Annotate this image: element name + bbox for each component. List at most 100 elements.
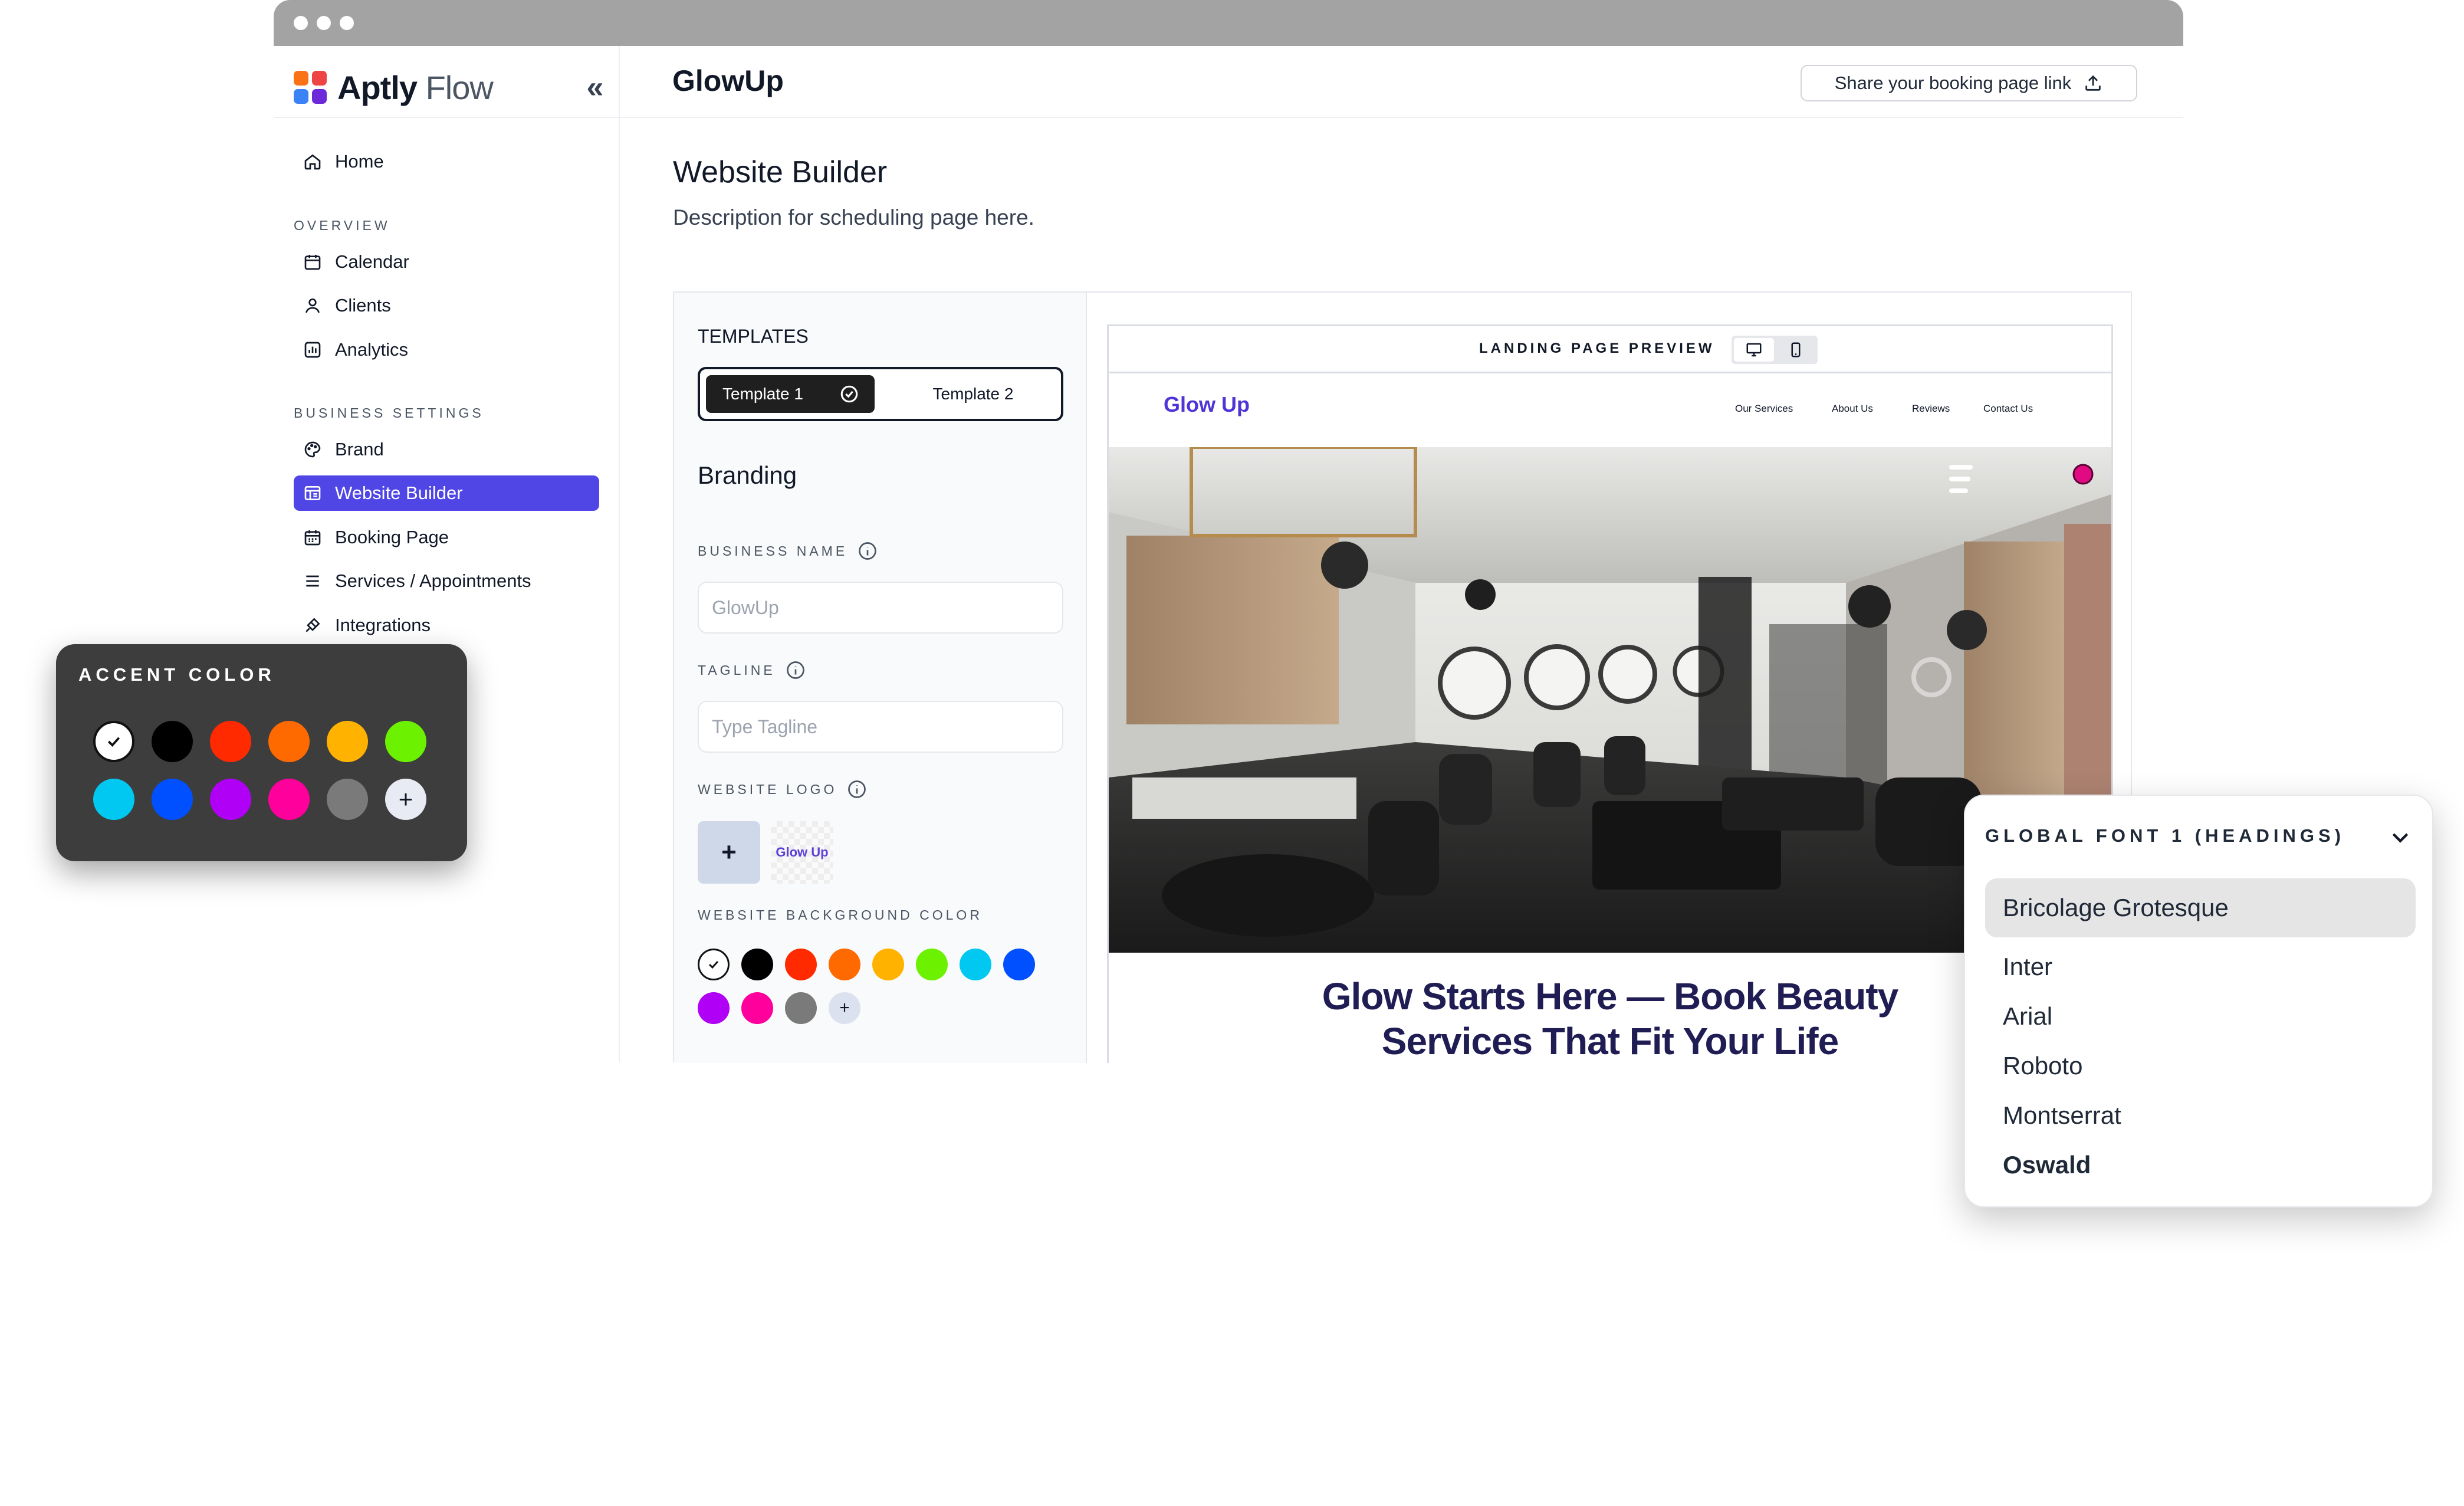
window-dot-close[interactable] xyxy=(294,16,308,30)
overview-section-label: OVERVIEW xyxy=(294,218,390,233)
color-swatch[interactable] xyxy=(210,779,251,820)
brand-wordmark: Aptly Flow xyxy=(337,68,494,106)
branding-heading: Branding xyxy=(698,461,797,489)
hero-image xyxy=(1109,447,2111,953)
font-option[interactable]: Oswald xyxy=(1985,1136,2416,1195)
desktop-view-button[interactable] xyxy=(1734,338,1774,362)
color-swatch[interactable] xyxy=(152,721,193,762)
template-1-option[interactable]: Template 1 xyxy=(706,375,875,413)
sidebar-item-label: Booking Page xyxy=(335,527,449,547)
builder-panel: TEMPLATES Template 1 Template 2 Branding… xyxy=(673,291,2132,1063)
smartphone-icon xyxy=(1791,342,1801,357)
collapse-sidebar-icon[interactable]: « xyxy=(580,68,610,106)
color-swatch[interactable] xyxy=(1003,949,1035,980)
color-swatch[interactable] xyxy=(268,779,310,820)
home-icon xyxy=(304,154,321,170)
brand-logo[interactable]: Aptly Flow xyxy=(294,64,494,111)
sidebar-item-label: Home xyxy=(335,151,384,172)
page-title: Website Builder xyxy=(673,155,888,189)
check-icon xyxy=(107,737,120,747)
add-logo-button[interactable]: + xyxy=(698,821,760,884)
info-icon[interactable] xyxy=(857,540,878,562)
window-dot-minimize[interactable] xyxy=(317,16,331,30)
info-icon[interactable] xyxy=(785,660,806,681)
accent-color-popup: ACCENT COLOR + xyxy=(56,644,467,861)
website-logo-label: WEBSITE LOGO xyxy=(698,779,868,800)
sidebar-item-label: Clients xyxy=(335,295,391,316)
sidebar-item-calendar[interactable]: Calendar xyxy=(294,244,599,280)
chevron-down-icon[interactable] xyxy=(2389,825,2412,849)
sidebar-item-home[interactable]: Home xyxy=(294,144,599,179)
site-brand[interactable]: Glow Up xyxy=(1164,392,1250,417)
add-color-button[interactable]: + xyxy=(829,992,860,1024)
plug-icon xyxy=(305,618,320,632)
sidebar-item-label: Brand xyxy=(335,439,384,460)
color-swatch[interactable] xyxy=(152,779,193,820)
sidebar-item-website-builder[interactable]: Website Builder xyxy=(294,475,599,511)
mobile-view-button[interactable] xyxy=(1776,338,1815,362)
preview-toolbar: LANDING PAGE PREVIEW xyxy=(1109,326,2111,373)
site-nav-reviews[interactable]: Reviews xyxy=(1912,403,1950,415)
color-swatch[interactable] xyxy=(829,949,860,980)
color-swatch[interactable] xyxy=(210,721,251,762)
color-swatch[interactable] xyxy=(785,992,817,1024)
tagline-field[interactable]: Type Tagline xyxy=(698,701,1063,753)
business-name-label: BUSINESS NAME xyxy=(698,540,878,562)
color-swatch[interactable] xyxy=(698,992,730,1024)
check-circle-icon xyxy=(840,385,858,403)
color-swatch[interactable] xyxy=(916,949,948,980)
add-color-button[interactable]: + xyxy=(385,779,426,820)
color-swatch[interactable] xyxy=(698,949,730,980)
template-2-option[interactable]: Template 2 xyxy=(889,375,1057,413)
palette-icon xyxy=(304,441,321,458)
user-icon xyxy=(305,298,320,313)
sidebar-item-label: Website Builder xyxy=(335,483,463,503)
business-title: GlowUp xyxy=(672,64,784,97)
site-nav-about[interactable]: About Us xyxy=(1832,403,1873,415)
site-nav-services[interactable]: Our Services xyxy=(1735,403,1793,415)
monitor-icon xyxy=(1746,343,1762,357)
color-swatch[interactable] xyxy=(872,949,904,980)
list-icon xyxy=(306,575,319,587)
landing-page-preview: LANDING PAGE PREVIEW Glow Up Our Service… xyxy=(1107,324,2113,1063)
sidebar-item-brand[interactable]: Brand xyxy=(294,432,599,467)
business-settings-section-label: BUSINESS SETTINGS xyxy=(294,405,484,421)
color-swatch[interactable] xyxy=(327,779,368,820)
color-swatch[interactable] xyxy=(741,992,773,1024)
color-swatch[interactable] xyxy=(785,949,817,980)
font-option-selected[interactable]: Bricolage Grotesque xyxy=(1985,878,2416,937)
font-dropdown-title: GLOBAL FONT 1 (HEADINGS) xyxy=(1985,825,2345,846)
window-dot-maximize[interactable] xyxy=(340,16,354,30)
window-titlebar xyxy=(274,0,2183,46)
color-swatch[interactable] xyxy=(327,721,368,762)
sidebar-item-label: Analytics xyxy=(335,339,409,360)
logo-thumbnail[interactable]: Glow Up xyxy=(771,821,833,884)
color-swatch[interactable] xyxy=(960,949,991,980)
sidebar-item-booking-page[interactable]: Booking Page xyxy=(294,520,599,555)
color-swatch[interactable] xyxy=(93,721,134,762)
hero-headline-line-1: Glow Starts Here — Book Beauty xyxy=(1322,975,1898,1018)
color-swatch[interactable] xyxy=(268,721,310,762)
sidebar-item-analytics[interactable]: Analytics xyxy=(294,332,599,368)
color-swatch[interactable] xyxy=(741,949,773,980)
sidebar-item-label: Calendar xyxy=(335,251,409,272)
color-swatch[interactable] xyxy=(93,779,134,820)
preview-label: LANDING PAGE PREVIEW xyxy=(1479,340,1715,356)
template-1-label: Template 1 xyxy=(722,385,803,403)
salon-interior-image xyxy=(1109,447,2111,953)
global-font-dropdown: GLOBAL FONT 1 (HEADINGS) Bricolage Grote… xyxy=(1964,795,2433,1208)
template-2-label: Template 2 xyxy=(932,385,1014,403)
share-booking-link-button[interactable]: Share your booking page link xyxy=(1801,65,2137,101)
sidebar-item-integrations[interactable]: Integrations xyxy=(294,608,599,643)
calendar-icon xyxy=(304,255,321,270)
analytics-icon xyxy=(304,342,321,358)
site-nav-contact[interactable]: Contact Us xyxy=(1983,403,2033,415)
color-swatch[interactable] xyxy=(385,721,426,762)
info-icon[interactable] xyxy=(846,779,868,800)
background-color-label: WEBSITE BACKGROUND COLOR xyxy=(698,907,983,923)
templates-label: TEMPLATES xyxy=(698,326,809,347)
sidebar-item-clients[interactable]: Clients xyxy=(294,288,599,323)
business-name-field[interactable]: GlowUp xyxy=(698,582,1063,634)
upload-icon xyxy=(2085,75,2101,91)
sidebar-item-services[interactable]: Services / Appointments xyxy=(294,563,599,599)
